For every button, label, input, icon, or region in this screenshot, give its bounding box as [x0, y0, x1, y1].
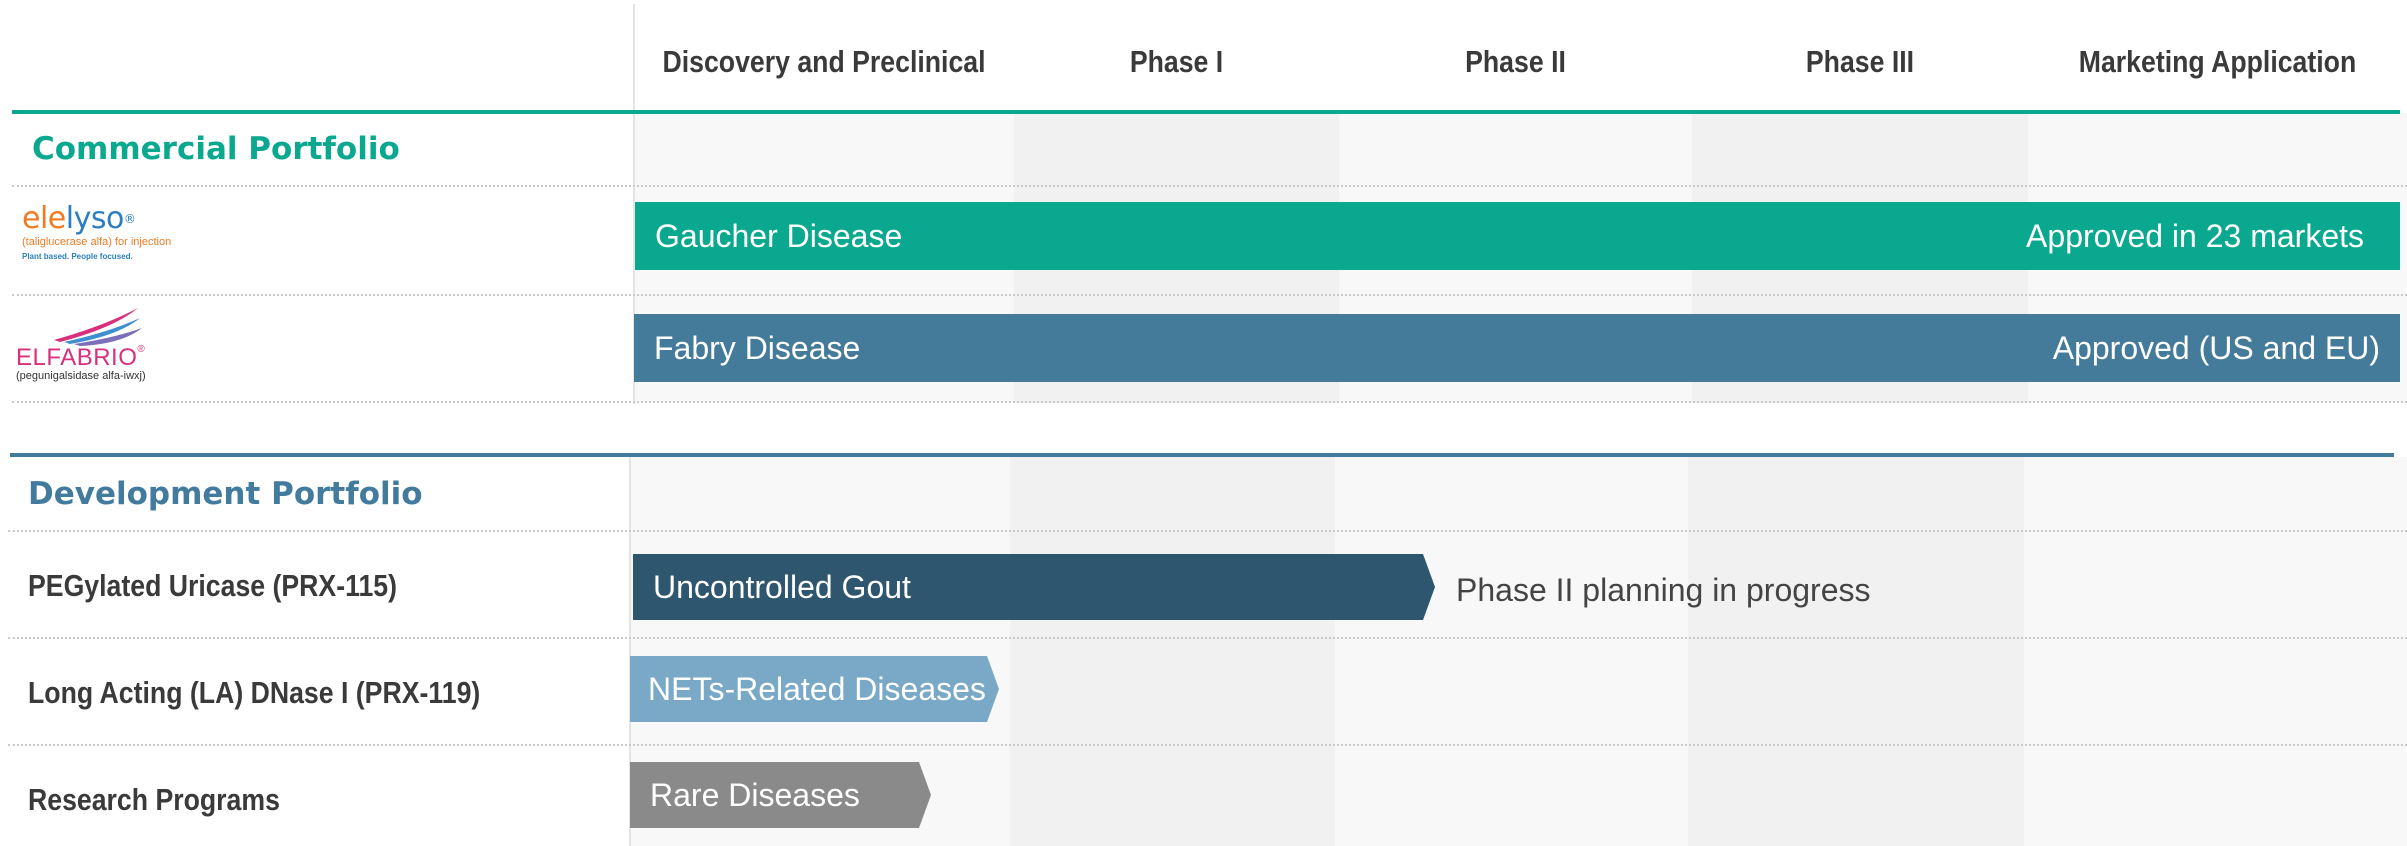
- uncontrolled-gout-bar: Uncontrolled Gout: [633, 554, 1435, 620]
- rare-diseases-bar-label: Rare Diseases: [650, 776, 860, 813]
- row-divider: [12, 401, 2407, 403]
- row-label-pegylated-uricase: PEGylated Uricase (PRX-115): [28, 568, 397, 603]
- fabry-disease-bar-label: Fabry Disease: [654, 329, 861, 366]
- column-header-discovery: Discovery and Preclinical: [662, 44, 986, 79]
- column-shade-dev-phase-1: [1010, 457, 1335, 846]
- rare-diseases-bar: Rare Diseases: [630, 762, 931, 828]
- column-header-phase-1: Phase I: [1129, 44, 1224, 79]
- row-divider: [8, 744, 2407, 746]
- elelyso-logo-reg: ®: [123, 212, 136, 226]
- elfabrio-logo-text: ELFABRIO: [16, 344, 138, 371]
- nets-related-diseases-bar-label: NETs-Related Diseases: [648, 670, 986, 707]
- development-portfolio-title: Development Portfolio: [28, 476, 423, 512]
- development-rule: [10, 453, 2394, 457]
- column-header-marketing: Marketing Application: [2078, 44, 2357, 79]
- elfabrio-logo-subtitle: (pegunigalsidase alfa-iwxj): [16, 370, 146, 382]
- uncontrolled-gout-bar-label: Uncontrolled Gout: [653, 568, 911, 605]
- elelyso-logo-tagline: Plant based. People focused.: [22, 252, 133, 261]
- gaucher-disease-status: Approved in 23 markets: [2026, 217, 2364, 254]
- fabry-disease-status: Approved (US and EU): [2052, 329, 2380, 366]
- gaucher-disease-bar: Gaucher Disease Approved in 23 markets: [635, 202, 2400, 270]
- row-divider: [12, 185, 2407, 187]
- commercial-portfolio-title: Commercial Portfolio: [32, 131, 400, 167]
- elelyso-logo-text-b: lyso: [65, 201, 125, 236]
- elelyso-logo: elelyso® (taliglucerase alfa) for inject…: [22, 204, 172, 276]
- elfabrio-wings-icon: [54, 308, 142, 346]
- elelyso-logo-text-a: ele: [22, 201, 66, 236]
- row-label-long-acting-dnase: Long Acting (LA) DNase I (PRX-119): [28, 675, 481, 710]
- row-divider: [8, 637, 2407, 639]
- column-header-phase-3: Phase III: [1805, 44, 1915, 79]
- column-shade-dev-light-2: [1335, 457, 1688, 846]
- gaucher-disease-bar-label: Gaucher Disease: [655, 217, 903, 254]
- elelyso-logo-subtitle: (taliglucerase alfa) for injection: [22, 236, 172, 248]
- header-rule: [12, 110, 2400, 114]
- row-divider: [12, 294, 2407, 296]
- row-label-research-programs: Research Programs: [28, 782, 280, 817]
- uncontrolled-gout-status: Phase II planning in progress: [1456, 572, 1871, 608]
- column-header-phase-2: Phase II: [1465, 44, 1566, 79]
- elfabrio-logo: ELFABRIO® (pegunigalsidase alfa-iwxj): [14, 306, 164, 384]
- elfabrio-logo-reg: ®: [137, 344, 145, 355]
- column-shade-dev-phase-3: [1688, 457, 2024, 846]
- nets-related-diseases-bar: NETs-Related Diseases: [630, 656, 999, 722]
- row-divider: [8, 530, 2407, 532]
- column-shade-dev-light-3: [2024, 457, 2407, 846]
- fabry-disease-bar: Fabry Disease Approved (US and EU): [634, 314, 2400, 382]
